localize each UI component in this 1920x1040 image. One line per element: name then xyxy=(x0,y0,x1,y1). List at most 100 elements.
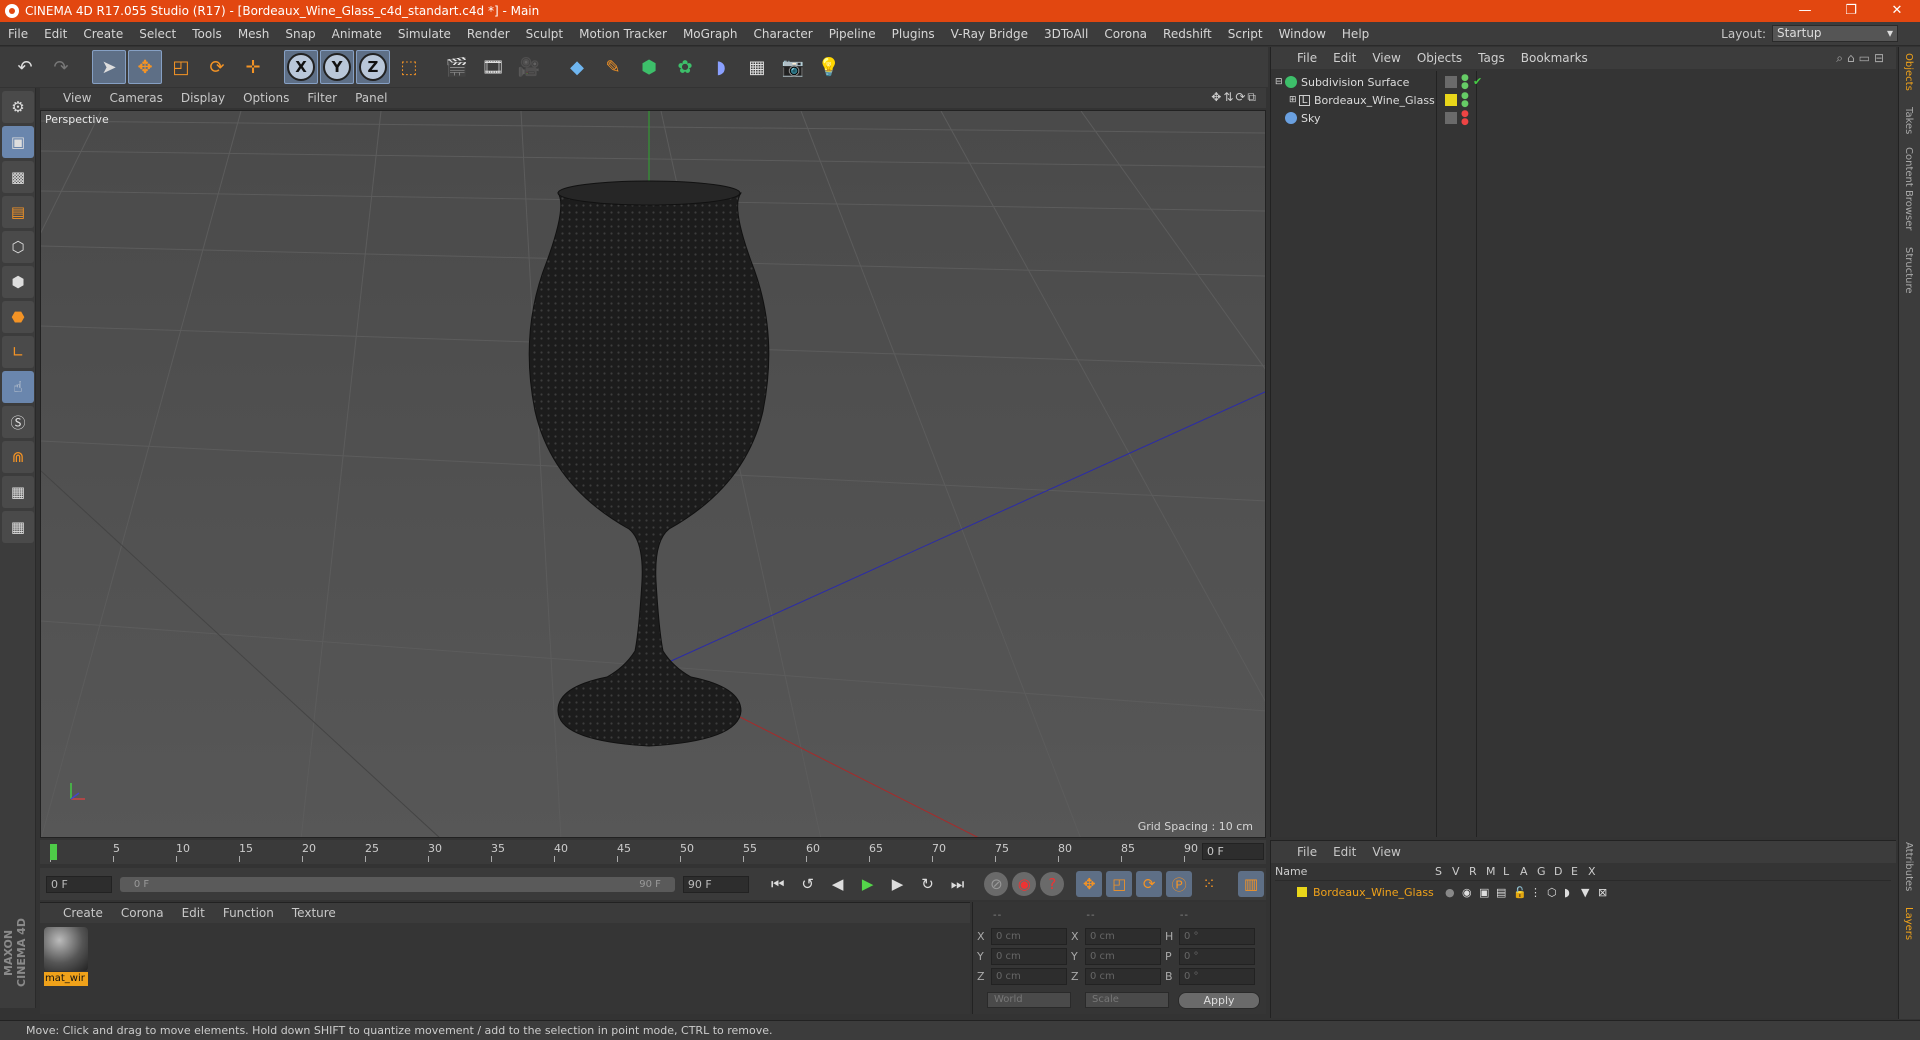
rotation-h-field[interactable]: 0 ° xyxy=(1179,928,1255,945)
layer-xref-icon[interactable]: ⊠ xyxy=(1598,886,1615,899)
object-menu-bookmarks[interactable]: Bookmarks xyxy=(1513,51,1596,65)
tab-content-browser[interactable]: Content Browser xyxy=(1903,147,1914,230)
preview-range-slider[interactable]: 0 F 90 F xyxy=(119,876,675,892)
go-to-end-icon[interactable]: ⏭ xyxy=(944,871,970,897)
viewport-menu-cameras[interactable]: Cameras xyxy=(100,91,171,105)
render-settings-icon[interactable]: 🎥 xyxy=(512,50,546,84)
material-menu-function[interactable]: Function xyxy=(214,906,283,920)
menu-character[interactable]: Character xyxy=(745,27,820,41)
key-rotation-icon[interactable]: ⟳ xyxy=(1136,871,1163,897)
layer-manager-icon[interactable]: ▤ xyxy=(1496,886,1513,899)
layer-menu-view[interactable]: View xyxy=(1364,845,1408,859)
timeline-ruler[interactable]: 0 5 10 15 20 25 30 35 40 45 50 55 60 65 … xyxy=(40,840,1266,864)
timeline-window-icon[interactable]: ▥ xyxy=(1238,871,1264,897)
scale-tool-icon[interactable]: ◰ xyxy=(164,50,198,84)
next-frame-icon[interactable]: ▶ xyxy=(885,871,911,897)
layer-animation-icon[interactable]: ⋮ xyxy=(1530,886,1547,899)
visibility-dots[interactable]: ● ● xyxy=(1461,74,1469,91)
end-frame-field[interactable]: 90 F xyxy=(682,875,749,893)
position-x-field[interactable]: 0 cm xyxy=(991,928,1067,945)
menu-create[interactable]: Create xyxy=(75,27,131,41)
perspective-viewport[interactable]: Perspective Grid Spacing : 10 cm xyxy=(40,110,1266,838)
size-x-field[interactable]: 0 cm xyxy=(1085,928,1161,945)
menu-window[interactable]: Window xyxy=(1271,27,1334,41)
material-menu-create[interactable]: Create xyxy=(54,906,112,920)
array-cloner-icon[interactable]: ✿ xyxy=(668,50,702,84)
select-cursor-icon[interactable]: ➤ xyxy=(92,50,126,84)
menu-vray-bridge[interactable]: V-Ray Bridge xyxy=(943,27,1036,41)
make-editable-icon[interactable]: ⚙ xyxy=(2,91,34,123)
play-icon[interactable]: ▶ xyxy=(855,871,881,897)
object-menu-tags[interactable]: Tags xyxy=(1470,51,1513,65)
rotation-b-field[interactable]: 0 ° xyxy=(1179,968,1255,985)
x-axis-lock-icon[interactable]: X xyxy=(284,50,318,84)
coord-space-dropdown[interactable]: World xyxy=(987,992,1071,1008)
layer-render-icon[interactable]: ▣ xyxy=(1479,886,1496,899)
tab-structure[interactable]: Structure xyxy=(1903,247,1914,294)
floor-scene-icon[interactable]: ▦ xyxy=(740,50,774,84)
axis-mode-icon[interactable]: ∟ xyxy=(2,336,34,368)
enabled-check-icon[interactable]: ✔ xyxy=(1473,75,1482,88)
menu-mesh[interactable]: Mesh xyxy=(230,27,278,41)
timeline-playhead[interactable] xyxy=(50,844,57,860)
viewport-menu-panel[interactable]: Panel xyxy=(346,91,396,105)
key-scale-icon[interactable]: ◰ xyxy=(1106,871,1133,897)
layer-menu-file[interactable]: File xyxy=(1289,845,1325,859)
menu-simulate[interactable]: Simulate xyxy=(390,27,459,41)
layer-solo-icon[interactable]: ● xyxy=(1445,886,1462,899)
model-mode-icon[interactable]: ▣ xyxy=(2,126,34,158)
redo-icon[interactable]: ↷ xyxy=(44,50,78,84)
workplane-snap-icon[interactable]: ▦ xyxy=(2,511,34,543)
autokey-icon[interactable]: ? xyxy=(1040,872,1065,896)
tab-layers[interactable]: Layers xyxy=(1903,907,1914,940)
menu-3dtoall[interactable]: 3DToAll xyxy=(1036,27,1096,41)
visibility-dots[interactable]: ● ● xyxy=(1461,92,1469,109)
go-to-start-icon[interactable]: ⏮ xyxy=(765,871,791,897)
render-view-icon[interactable]: 🎬 xyxy=(440,50,474,84)
position-y-field[interactable]: 0 cm xyxy=(991,948,1067,965)
object-row[interactable]: ⊟ Subdivision Surface ● ● ✔ xyxy=(1275,73,1891,91)
rotation-p-field[interactable]: 0 ° xyxy=(1179,948,1255,965)
size-z-field[interactable]: 0 cm xyxy=(1085,968,1161,985)
start-frame-field[interactable]: 0 F xyxy=(46,875,112,893)
minimize-button[interactable]: — xyxy=(1782,0,1828,22)
layer-generator-icon[interactable]: ⬡ xyxy=(1547,886,1564,899)
menu-animate[interactable]: Animate xyxy=(324,27,390,41)
next-key-icon[interactable]: ↻ xyxy=(915,871,941,897)
menu-tools[interactable]: Tools xyxy=(184,27,230,41)
menu-select[interactable]: Select xyxy=(131,27,184,41)
coord-mode-dropdown[interactable]: Scale xyxy=(1085,992,1169,1008)
undo-icon[interactable]: ↶ xyxy=(8,50,42,84)
object-menu-edit[interactable]: Edit xyxy=(1325,51,1364,65)
rotate-tool-icon[interactable]: ⟳ xyxy=(200,50,234,84)
record-active-icon[interactable]: ◉ xyxy=(1012,872,1037,896)
object-row[interactable]: ⊞ L Bordeaux_Wine_Glass ● ● xyxy=(1275,91,1891,109)
edge-mode-icon[interactable]: ⬢ xyxy=(2,266,34,298)
deformer-icon[interactable]: ◗ xyxy=(704,50,738,84)
current-frame-field[interactable]: 0 F xyxy=(1202,843,1264,860)
menu-redshift[interactable]: Redshift xyxy=(1155,27,1220,41)
tab-attributes[interactable]: Attributes xyxy=(1903,842,1914,891)
point-mode-icon[interactable]: ⬡ xyxy=(2,231,34,263)
layer-lock-icon[interactable]: 🔓 xyxy=(1513,886,1530,899)
viewport-menu-filter[interactable]: Filter xyxy=(298,91,346,105)
visibility-dots[interactable]: ● ● xyxy=(1461,110,1469,127)
coordinate-system-icon[interactable]: ⬚ xyxy=(392,50,426,84)
material-swatch[interactable]: mat_wir xyxy=(44,927,88,987)
menu-script[interactable]: Script xyxy=(1220,27,1271,41)
menu-mograph[interactable]: MoGraph xyxy=(675,27,746,41)
subdivision-generator-icon[interactable]: ⬢ xyxy=(632,50,666,84)
key-pla-icon[interactable]: ⁙ xyxy=(1196,871,1222,897)
menu-plugins[interactable]: Plugins xyxy=(884,27,943,41)
collapse-icon[interactable]: ⊟ xyxy=(1275,77,1285,87)
material-menu-corona[interactable]: Corona xyxy=(112,906,173,920)
menu-file[interactable]: File xyxy=(0,27,36,41)
move-tool-icon[interactable]: ✥ xyxy=(128,50,162,84)
render-picture-viewer-icon[interactable]: 🎞 xyxy=(476,50,510,84)
pen-spline-icon[interactable]: ✎ xyxy=(596,50,630,84)
menu-motion-tracker[interactable]: Motion Tracker xyxy=(571,27,675,41)
material-menu-texture[interactable]: Texture xyxy=(283,906,345,920)
menu-edit[interactable]: Edit xyxy=(36,27,75,41)
record-disabled-icon[interactable]: ⊘ xyxy=(984,872,1009,896)
object-row[interactable]: Sky ● ● xyxy=(1275,109,1891,127)
